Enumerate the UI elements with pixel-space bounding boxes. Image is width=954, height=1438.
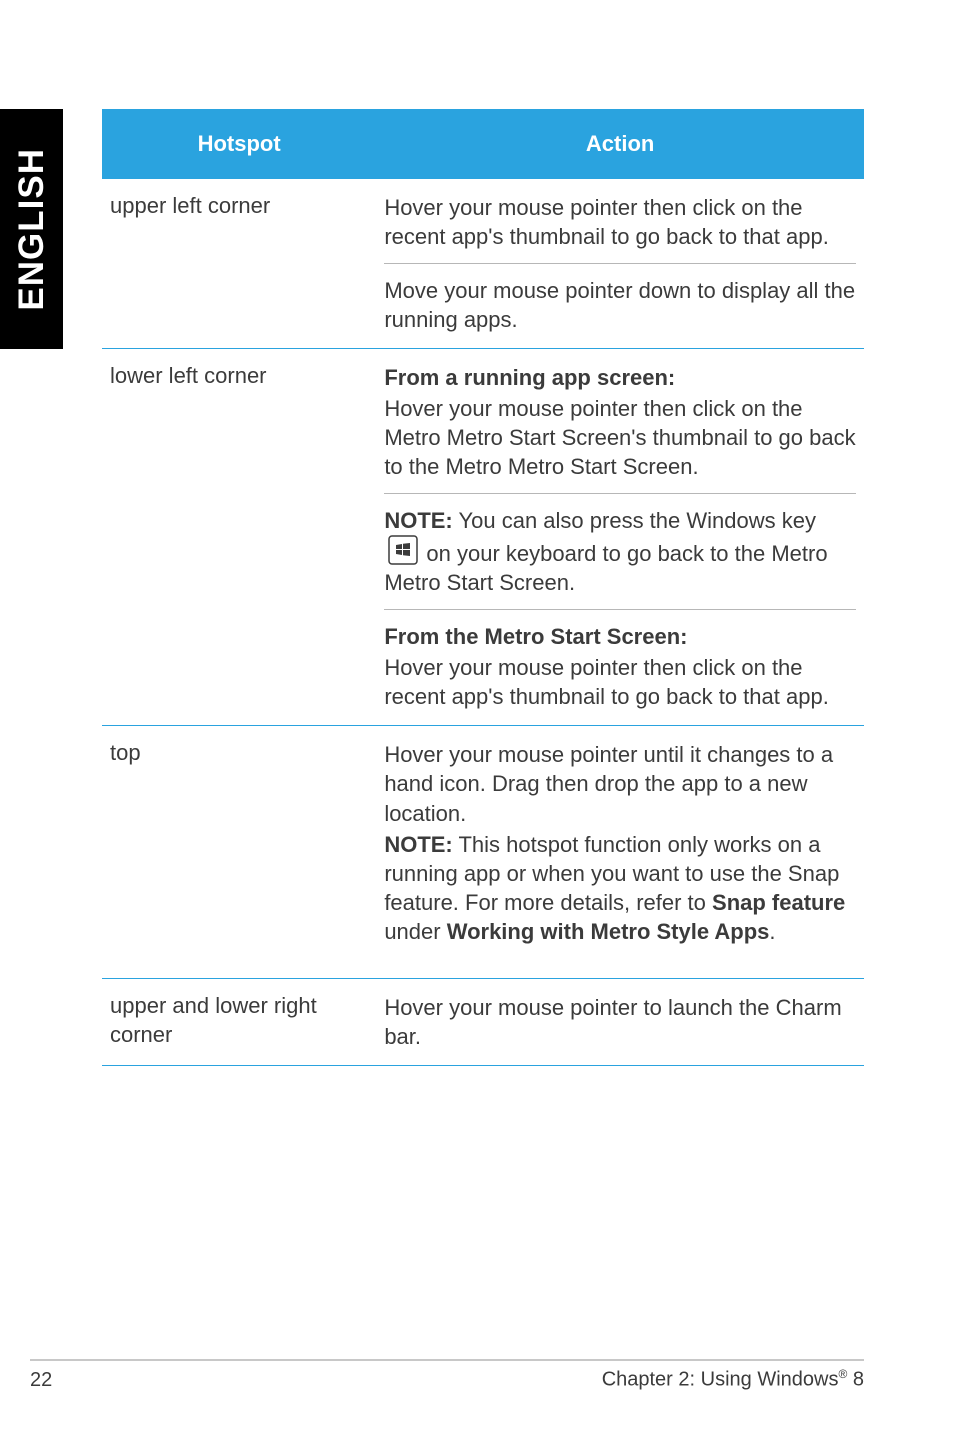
hotspot-cell: top — [102, 726, 376, 978]
bold-text: From the Metro Start Screen: — [384, 624, 687, 649]
hotspot-cell: lower left corner — [102, 349, 376, 726]
bold-text: From a running app screen: — [384, 365, 675, 390]
inner-divider — [384, 609, 856, 610]
windows-key-icon — [388, 535, 418, 565]
inner-divider — [384, 493, 856, 494]
text: Hover your mouse pointer then click on t… — [384, 396, 855, 479]
action-cell: Hover your mouse pointer until it change… — [376, 726, 864, 978]
action-paragraph: Hover your mouse pointer until it change… — [384, 740, 856, 827]
action-paragraph: NOTE: This hotspot function only works o… — [384, 830, 856, 946]
content-area: Hotspot Action upper left cornerHover yo… — [102, 109, 864, 1066]
bold-text: Snap feature — [712, 890, 845, 915]
inner-divider — [384, 263, 856, 264]
table-row: topHover your mouse pointer until it cha… — [102, 726, 864, 978]
action-paragraph: From the Metro Start Screen: — [384, 622, 856, 651]
language-side-tab: ENGLISH — [0, 109, 63, 349]
header-action: Action — [376, 109, 864, 179]
table-header-row: Hotspot Action — [102, 109, 864, 179]
bold-text: NOTE: — [384, 508, 452, 533]
text: Hover your mouse pointer then click on t… — [384, 195, 829, 249]
bold-text: NOTE: — [384, 832, 452, 857]
hotspot-cell: upper left corner — [102, 179, 376, 349]
action-paragraph: Hover your mouse pointer then click on t… — [384, 653, 856, 711]
table-row: upper left cornerHover your mouse pointe… — [102, 179, 864, 349]
action-cell: Hover your mouse pointer then click on t… — [376, 179, 864, 349]
text: Hover your mouse pointer until it change… — [384, 742, 833, 825]
page-number: 22 — [30, 1369, 52, 1392]
text: Hover your mouse pointer then click on t… — [384, 655, 829, 709]
registered-symbol: ® — [838, 1367, 847, 1381]
table-row: upper and lower right cornerHover your m… — [102, 978, 864, 1065]
text: Hover your mouse pointer to launch the C… — [384, 995, 841, 1049]
hotspot-action-table: Hotspot Action upper left cornerHover yo… — [102, 109, 864, 1066]
action-paragraph: Hover your mouse pointer to launch the C… — [384, 993, 856, 1051]
table-row: lower left cornerFrom a running app scre… — [102, 349, 864, 726]
action-paragraph: Hover your mouse pointer then click on t… — [384, 193, 856, 251]
spacer — [384, 948, 856, 966]
bold-text: Working with Metro Style Apps — [447, 919, 770, 944]
hotspot-cell: upper and lower right corner — [102, 978, 376, 1065]
chapter-prefix: Chapter 2: Using Windows — [602, 1369, 839, 1391]
action-paragraph: From a running app screen: — [384, 363, 856, 392]
action-paragraph: NOTE: You can also press the Windows key… — [384, 506, 856, 597]
page-footer: 22 Chapter 2: Using Windows® 8 — [30, 1359, 864, 1392]
action-paragraph: Hover your mouse pointer then click on t… — [384, 394, 856, 481]
action-cell: Hover your mouse pointer to launch the C… — [376, 978, 864, 1065]
text: on your keyboard to go back to the Metro… — [384, 541, 827, 595]
text: . — [769, 919, 775, 944]
chapter-suffix: 8 — [847, 1369, 864, 1391]
action-paragraph: Move your mouse pointer down to display … — [384, 276, 856, 334]
table-body: upper left cornerHover your mouse pointe… — [102, 179, 864, 1065]
chapter-label: Chapter 2: Using Windows® 8 — [602, 1367, 864, 1392]
text: under — [384, 919, 446, 944]
page: ENGLISH Hotspot Action upper left corner… — [0, 0, 954, 1438]
header-hotspot: Hotspot — [102, 109, 376, 179]
text: You can also press the Windows key — [453, 508, 816, 533]
action-cell: From a running app screen: Hover your mou… — [376, 349, 864, 726]
language-side-tab-label: ENGLISH — [12, 148, 52, 311]
text: Move your mouse pointer down to display … — [384, 278, 855, 332]
